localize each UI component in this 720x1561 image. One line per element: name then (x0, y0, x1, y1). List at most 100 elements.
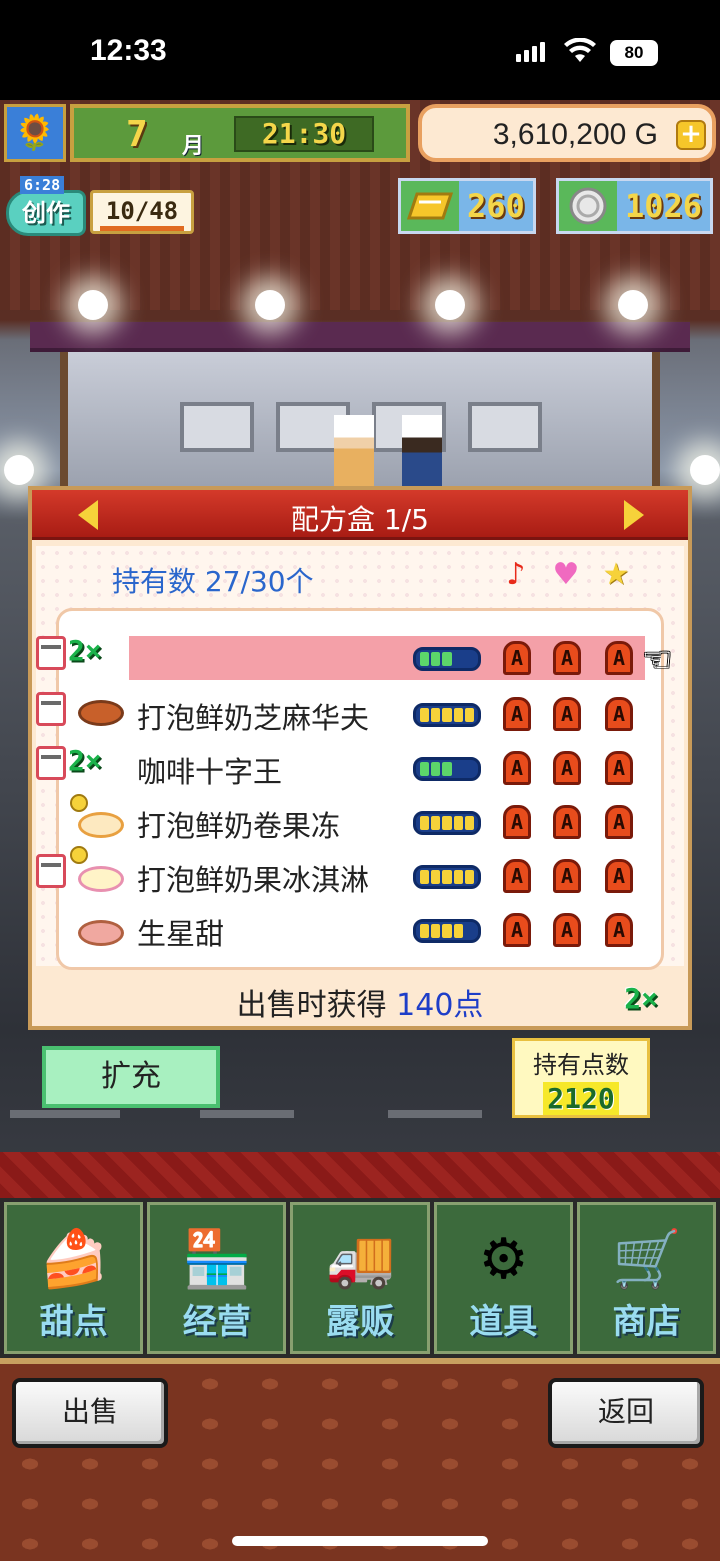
menu-management[interactable]: 🏪 经营 (147, 1202, 287, 1354)
medal-icon (70, 794, 88, 812)
pointing-hand-icon: ☜ (642, 640, 673, 680)
oven (468, 402, 542, 452)
rank-badge: A (605, 751, 633, 785)
rank-badge: A (553, 805, 581, 839)
rank-badge: A (553, 697, 581, 731)
attribute-icons: ♪ ♥ ★ (498, 556, 634, 592)
recipe-row[interactable]: 打泡鲜奶芝麻华夫 A A A (59, 691, 661, 739)
recipe-name: 打泡鲜奶芝麻华夫 (137, 701, 370, 735)
shop-building-icon: 🏪 (182, 1227, 253, 1292)
create-label: 创作 (6, 190, 86, 236)
recipe-name: 生星甜 (137, 917, 225, 951)
rank-badge: A (605, 697, 633, 731)
menu-food-truck[interactable]: 🚚 露贩 (290, 1202, 430, 1354)
recipe-row[interactable]: 打泡鲜奶卷果冻 A A A (59, 799, 661, 847)
rank-badge: A (553, 859, 581, 893)
bonus-multiplier: 2× (68, 744, 102, 777)
create-progress-bar (100, 226, 184, 231)
add-money-button[interactable]: + (676, 120, 706, 150)
jar-icon (36, 636, 66, 670)
create-badge[interactable]: 创作 6:28 10/48 (6, 176, 194, 236)
silver-coin-icon (559, 181, 617, 231)
lamp-light (4, 455, 34, 485)
points-label: 持有点数 (533, 1051, 629, 1079)
rank-badge: A (503, 697, 531, 731)
cellular-signal-icon (516, 42, 545, 62)
month-number: 7 (126, 114, 148, 155)
recipe-row[interactable]: 生星甜 A A A (59, 907, 661, 955)
road-line (200, 1110, 294, 1118)
rank-badge: A (503, 859, 531, 893)
back-button[interactable]: 返回 (548, 1378, 704, 1448)
jar-icon (36, 854, 66, 888)
star-icon: ★ (602, 556, 630, 592)
menu-store[interactable]: 🛒 商店 (576, 1202, 717, 1354)
date-panel: 7 月 21:30 (70, 104, 410, 162)
menu-label: 露贩 (326, 1302, 394, 1342)
sale-prefix: 出售时获得 (236, 988, 397, 1023)
menu-desserts[interactable]: 🍰 甜点 (4, 1202, 144, 1354)
menu-label: 商店 (612, 1302, 681, 1342)
points-box: 持有点数 2120 (512, 1038, 650, 1118)
recipe-name: 打泡鲜奶果冰淇淋 (137, 863, 370, 897)
rank-badge: A (503, 805, 531, 839)
stock-gauge (413, 811, 481, 835)
ice-cream-icon (78, 866, 124, 892)
rank-badge: A (605, 859, 633, 893)
menu-label: 甜点 (39, 1302, 108, 1342)
next-page-arrow-icon[interactable] (624, 500, 644, 530)
chef-character[interactable] (402, 415, 442, 490)
rank-badge: A (503, 641, 531, 675)
sunflower-icon[interactable]: 🌻 (4, 104, 66, 162)
lamp-light (255, 290, 285, 320)
recipe-name: 咖啡十字王 (137, 755, 283, 789)
menu-items[interactable]: ⚙ 道具 (433, 1202, 573, 1354)
stock-gauge (413, 647, 481, 671)
bonus-multiplier: 2× (624, 982, 658, 1015)
recipe-row[interactable]: A A A (59, 635, 661, 683)
rank-badge: A (503, 751, 531, 785)
menu-label: 道具 (469, 1302, 538, 1342)
stock-gauge (413, 919, 481, 943)
silver-coin-panel[interactable]: 1026 (556, 178, 714, 234)
home-indicator[interactable] (232, 1536, 488, 1546)
month-unit: 月 (182, 134, 205, 159)
stock-gauge (413, 757, 481, 781)
rank-badge: A (605, 805, 633, 839)
music-note-icon: ♪ (506, 556, 526, 592)
recipe-row[interactable]: 打泡鲜奶果冰淇淋 A A A (59, 853, 661, 901)
silver-coin-count: 1026 (625, 187, 703, 225)
rank-badge: A (503, 913, 531, 947)
sell-button[interactable]: 出售 (12, 1378, 168, 1448)
game-clock: 21:30 (234, 116, 374, 152)
lamp-light (690, 455, 720, 485)
points-value: 2120 (543, 1082, 619, 1115)
recipe-row[interactable]: 咖啡十字王 A A A (59, 745, 661, 793)
status-time: 12:33 (90, 34, 167, 67)
money-amount: 3,610,200 G (492, 118, 658, 151)
create-timer: 6:28 (20, 176, 65, 194)
wifi-icon (564, 38, 596, 62)
heart-icon: ♥ (552, 556, 580, 592)
road-line (10, 1110, 120, 1118)
recipe-box-dialog: 配方盒 1/5 持有数 27/30个 ♪ ♥ ★ A A A 打泡鲜奶芝麻华夫 … (28, 486, 692, 1030)
chef-character[interactable] (334, 415, 374, 490)
battery-indicator: 80 (610, 40, 658, 66)
food-truck-icon: 🚚 (325, 1227, 396, 1292)
shop-awning (30, 322, 690, 352)
status-bar: 12:33 80 (0, 0, 720, 100)
expand-button[interactable]: 扩充 (42, 1046, 220, 1108)
gold-bar-panel[interactable]: 260 (398, 178, 536, 234)
shopping-cart-icon: 🛒 (611, 1227, 682, 1292)
sale-info: 出售时获得 140点 (32, 980, 688, 1024)
stock-gauge (413, 703, 481, 727)
gear-and-sack-icon: ⚙ (478, 1226, 529, 1292)
gold-bar-icon (401, 181, 459, 231)
gold-bar-count: 260 (467, 187, 525, 225)
jar-icon (36, 746, 66, 780)
rank-badge: A (605, 913, 633, 947)
lamp-light (435, 290, 465, 320)
lamp-light (618, 290, 648, 320)
road-line (388, 1110, 482, 1118)
rank-badge: A (553, 641, 581, 675)
